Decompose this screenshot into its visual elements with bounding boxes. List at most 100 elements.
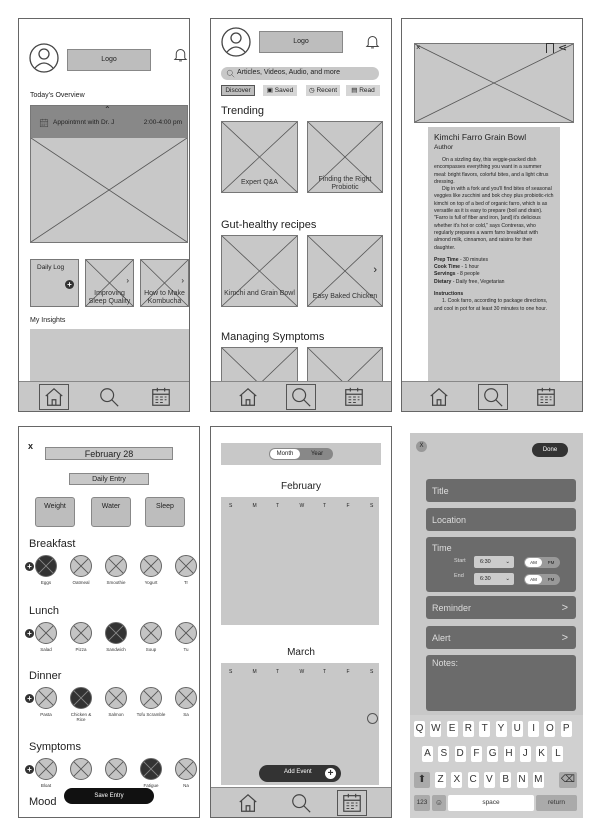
food-option[interactable] — [70, 687, 92, 709]
save-entry-button[interactable]: Save Entry — [64, 788, 154, 804]
key-h[interactable]: H — [503, 746, 515, 762]
tab-discover[interactable]: Discover — [221, 85, 255, 96]
food-option[interactable] — [105, 687, 127, 709]
article-card[interactable]: Expert Q&A — [221, 121, 298, 193]
key-a[interactable]: A — [422, 746, 433, 762]
delete-key[interactable]: ⌫ — [559, 772, 577, 788]
key-r[interactable]: R — [462, 721, 474, 737]
close-button[interactable]: X — [416, 441, 427, 452]
key-w[interactable]: W — [430, 721, 442, 737]
food-option[interactable] — [35, 622, 57, 644]
appointment-card[interactable]: ⌃ Appointmnt with Dr. J 2:00-4:00 pm — [30, 105, 188, 243]
key-o[interactable]: O — [544, 721, 556, 737]
recipe-author[interactable]: Author — [434, 143, 554, 153]
tab-home[interactable] — [424, 384, 454, 410]
key-g[interactable]: G — [487, 746, 499, 762]
food-option[interactable] — [70, 555, 92, 577]
water-button[interactable]: Water — [91, 497, 131, 527]
key-f[interactable]: F — [470, 746, 482, 762]
bell-icon[interactable] — [172, 46, 189, 63]
key-l[interactable]: L — [552, 746, 564, 762]
avatar-icon[interactable] — [29, 43, 59, 73]
chevron-up-icon[interactable]: ⌃ — [104, 105, 111, 114]
tab-saved[interactable]: ▣ Saved — [263, 85, 297, 96]
notes-field[interactable]: Notes: — [426, 655, 576, 711]
tab-home[interactable] — [233, 790, 263, 816]
key-d[interactable]: D — [454, 746, 466, 762]
food-option[interactable] — [140, 758, 162, 780]
key-n[interactable]: N — [516, 772, 528, 788]
article-card[interactable]: Finding the Right Probiotic — [307, 121, 383, 193]
key-p[interactable]: P — [560, 721, 572, 737]
tab-home[interactable] — [233, 384, 263, 410]
key-z[interactable]: Z — [435, 772, 446, 788]
pm-option[interactable]: PM — [543, 558, 559, 567]
share-icon[interactable]: ⋖ — [558, 41, 567, 54]
am-option[interactable]: AM — [525, 558, 542, 567]
key-i[interactable]: I — [528, 721, 540, 737]
food-option[interactable] — [105, 758, 127, 780]
scroll-indicator[interactable] — [367, 713, 378, 724]
avatar-icon[interactable] — [221, 27, 251, 57]
end-time-picker[interactable]: 6:30 ⌄ — [474, 573, 514, 585]
key-e[interactable]: E — [446, 721, 458, 737]
tab-calendar[interactable] — [339, 384, 369, 410]
key-c[interactable]: C — [467, 772, 479, 788]
food-option[interactable] — [35, 555, 57, 577]
food-option[interactable] — [35, 758, 57, 780]
emoji-key[interactable]: ☺ — [432, 795, 446, 811]
food-option[interactable] — [140, 555, 162, 577]
tab-read[interactable]: ▤ Read — [346, 85, 380, 96]
article-card[interactable]: › Improving Sleep Quality — [85, 259, 134, 307]
daily-log-card[interactable]: Daily Log + — [30, 259, 79, 307]
key-v[interactable]: V — [483, 772, 495, 788]
add-item-icon[interactable]: + — [25, 694, 34, 703]
add-event-button[interactable]: Add Event + — [259, 765, 341, 782]
close-icon[interactable]: × — [416, 43, 421, 52]
return-key[interactable]: return — [536, 795, 577, 811]
food-option[interactable] — [140, 687, 162, 709]
tab-search[interactable] — [286, 790, 316, 816]
add-item-icon[interactable]: + — [25, 629, 34, 638]
month-option[interactable]: Month — [270, 449, 300, 459]
start-ampm-toggle[interactable]: AM PM — [524, 557, 560, 568]
sleep-button[interactable]: Sleep — [145, 497, 185, 527]
end-ampm-toggle[interactable]: AM PM — [524, 574, 560, 585]
article-card[interactable]: › How to Make Kombucha — [140, 259, 189, 307]
food-option[interactable] — [175, 622, 197, 644]
tab-calendar[interactable] — [337, 790, 367, 816]
location-field[interactable]: Location — [426, 508, 576, 531]
date-header[interactable]: February 28 — [45, 447, 173, 460]
key-j[interactable]: J — [519, 746, 531, 762]
add-item-icon[interactable]: + — [25, 765, 34, 774]
tab-search[interactable] — [286, 384, 316, 410]
tab-recent[interactable]: ◷ Recent — [306, 85, 340, 96]
chevron-right-icon[interactable]: › — [126, 276, 129, 285]
tab-search[interactable] — [478, 384, 508, 410]
shift-key[interactable]: ⬆ — [414, 772, 430, 788]
alert-row[interactable]: Alert > — [426, 626, 576, 649]
recipe-card[interactable]: › Easy Baked Chicken — [307, 235, 383, 307]
reminder-row[interactable]: Reminder > — [426, 596, 576, 619]
recipe-card[interactable]: Kimchi and Grain Bowl — [221, 235, 298, 307]
key-q[interactable]: Q — [414, 721, 425, 737]
food-option[interactable] — [70, 622, 92, 644]
space-key[interactable]: space — [448, 795, 534, 811]
tab-home[interactable] — [39, 384, 69, 410]
food-option[interactable] — [175, 555, 197, 577]
food-option[interactable] — [105, 555, 127, 577]
tab-calendar[interactable] — [146, 384, 176, 410]
chevron-right-icon[interactable]: › — [373, 264, 377, 276]
food-option[interactable] — [140, 622, 162, 644]
month-year-toggle[interactable]: Month Year — [269, 448, 333, 460]
key-t[interactable]: T — [479, 721, 491, 737]
food-option[interactable] — [35, 687, 57, 709]
key-s[interactable]: S — [438, 746, 450, 762]
chevron-right-icon[interactable]: › — [181, 276, 184, 285]
add-item-icon[interactable]: + — [25, 562, 34, 571]
numbers-key[interactable]: 123 — [414, 795, 430, 811]
key-k[interactable]: K — [536, 746, 548, 762]
food-option[interactable] — [175, 687, 197, 709]
add-icon[interactable]: + — [65, 280, 74, 289]
pm-option[interactable]: PM — [543, 575, 559, 584]
